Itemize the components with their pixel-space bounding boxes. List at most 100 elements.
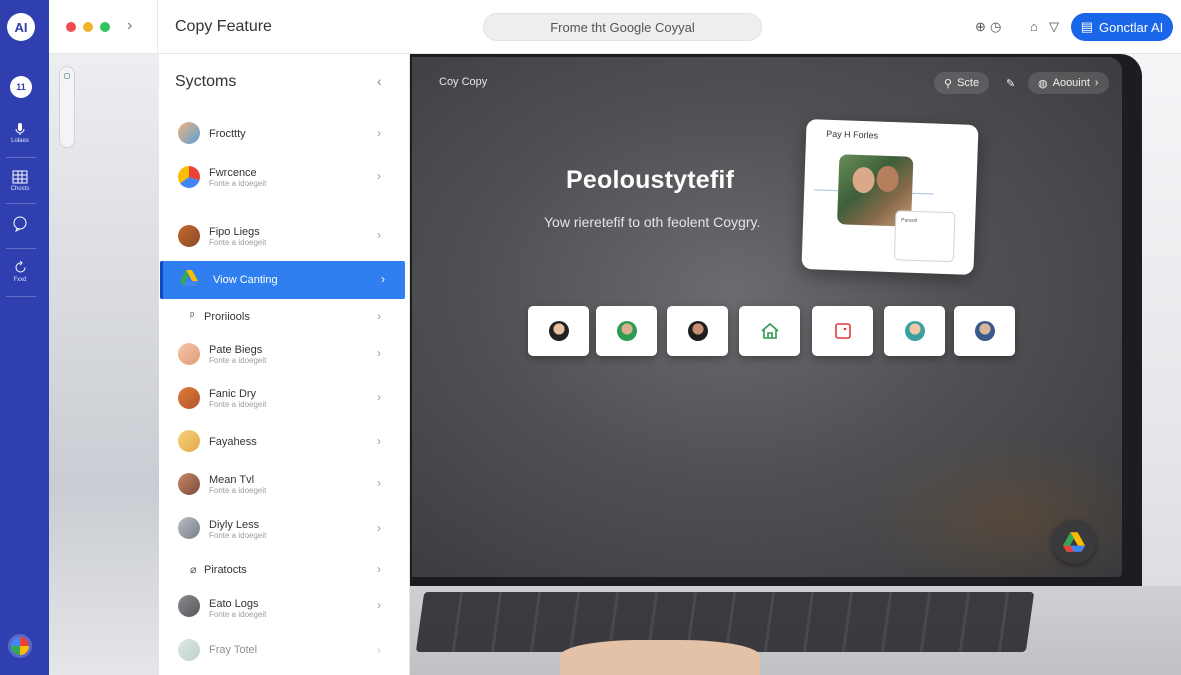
rail-item-bubble[interactable]	[0, 216, 40, 232]
sidebar-item[interactable]: Fayahess ›	[159, 422, 410, 460]
pin-icon: ⚲	[944, 77, 953, 90]
sidebar-item[interactable]: Diyly Less Fonte a idoegeit ›	[159, 510, 410, 548]
sidebar-item-subtitle: Fonte a idoegeit	[209, 400, 267, 409]
sidebar-item-title: Mean Tvl	[209, 474, 255, 486]
drive-fab-button[interactable]	[1052, 520, 1096, 564]
timer-icon[interactable]: ◷	[990, 19, 1001, 35]
photo-card[interactable]: Pay H Forles Paraolt	[801, 119, 979, 275]
avatar	[178, 517, 200, 539]
scte-pill[interactable]: ⚲ Scte	[934, 72, 990, 94]
top-header: › Copy Feature Frome tht Google Coyyal ⊕…	[49, 0, 1181, 54]
screen-subline: Yow rieretefif to oth feolent Coygry.	[544, 214, 761, 230]
avatar	[687, 321, 708, 341]
rail-item-label: Lolaes	[11, 138, 29, 144]
sidebar-item-subtitle: Fonte a idoegeit	[209, 531, 267, 540]
mini-card: Paraolt	[893, 210, 956, 263]
avatar	[178, 122, 200, 144]
account-pill[interactable]: ◍ Aoouint ›	[1028, 72, 1109, 94]
collapse-chevron-icon[interactable]: ‹	[377, 73, 382, 89]
search-bar[interactable]: Frome tht Google Coyyal	[483, 13, 762, 41]
avatar	[616, 321, 637, 341]
search-text: Frome tht Google Coyyal	[550, 19, 695, 35]
sidebar-item[interactable]: Frocttty ›	[159, 114, 410, 152]
globe-icon[interactable]: ⊕	[975, 19, 986, 35]
chevron-right-icon: ›	[377, 228, 381, 242]
mic-icon	[15, 123, 25, 135]
contact-tile[interactable]	[739, 306, 800, 356]
sidebar-item-title: Frocttty	[209, 128, 246, 140]
rail-item-label: Fxxd	[13, 277, 27, 283]
contact-tile[interactable]	[884, 306, 945, 356]
avatar	[178, 387, 200, 409]
home-icon[interactable]: ⌂	[1030, 19, 1038, 34]
chevron-right-icon: ›	[377, 434, 381, 448]
tag-icon: ⌀	[190, 564, 197, 576]
sidebar-item-title: Fray Totel	[209, 644, 258, 656]
grid-icon	[12, 170, 28, 184]
sidebar-item-subtitle: Fonte a idoegeit	[209, 610, 267, 619]
contact-tile[interactable]	[596, 306, 657, 356]
notification-badge[interactable]: 11	[10, 76, 32, 98]
rail-item-lolaes[interactable]: Lolaes	[0, 122, 40, 144]
refresh-icon	[15, 260, 25, 273]
chevron-right-icon: ›	[377, 521, 381, 535]
sidebar-item-title: Fwrcence	[209, 167, 257, 179]
minimize-window-button[interactable]	[83, 22, 93, 32]
avatar	[548, 321, 569, 341]
contact-tile[interactable]	[954, 306, 1015, 356]
edit-icon[interactable]: ✎	[1000, 72, 1021, 94]
avatar	[178, 343, 200, 365]
sidebar-item-subtitle: Fonte a idoegeit	[209, 179, 267, 188]
chevron-right-icon: ›	[377, 346, 381, 360]
contact-tile[interactable]	[528, 306, 589, 356]
rail-divider	[6, 157, 36, 158]
sidebar-item[interactable]: Fanic Dry Fonte a idoegeit ›	[159, 381, 410, 419]
mini-scrollbar[interactable]	[59, 66, 75, 148]
sidebar-item[interactable]: ⌀ Piratocts ›	[159, 554, 410, 592]
maximize-window-button[interactable]	[100, 22, 110, 32]
pill-label: Aoouint	[1052, 77, 1090, 89]
generate-ai-button[interactable]: ▤ Gonctlar AI	[1071, 13, 1173, 41]
chevron-right-icon: ›	[377, 562, 381, 576]
sidebar-item-subtitle: Fonte a idoegeit	[209, 356, 267, 365]
sidebar-item[interactable]: Fray Totel ›	[159, 632, 410, 670]
sidebar-item-title: Proriiools	[204, 311, 250, 323]
rail-item-fxxd[interactable]: Fxxd	[0, 260, 40, 283]
chevron-right-icon: ›	[377, 598, 381, 612]
sidebar-item-title: Fipo Liegs	[209, 226, 260, 238]
chevron-right-icon[interactable]: ›	[127, 17, 132, 35]
rail-item-chosts[interactable]: Chosts	[0, 170, 40, 192]
cta-label: Gonctlar AI	[1098, 19, 1164, 35]
sidebar-item[interactable]: Pate Biegs Fonte a idoegeit ›	[159, 337, 410, 375]
avatar	[178, 430, 200, 452]
chevron-right-icon: ›	[377, 476, 381, 490]
header-divider	[157, 0, 158, 54]
home-icon	[760, 322, 779, 339]
app-logo[interactable]: AI	[7, 13, 35, 41]
left-rail: AI 11 Lolaes Chosts Fxxd	[0, 0, 49, 675]
chevron-right-icon: ›	[377, 169, 381, 183]
mini-card-text: Paraolt	[901, 217, 918, 224]
chevron-right-icon: ›	[377, 643, 381, 657]
sidebar-item-title: Pate Biegs	[209, 344, 263, 356]
sidebar-item[interactable]: Eato Logs Fonte a idoegeit ›	[159, 589, 410, 627]
filter-icon[interactable]: ▽	[1049, 19, 1059, 35]
sidebar-item[interactable]: ᵖ Proriiools ›	[159, 300, 410, 338]
sidebar-item-active[interactable]: Viow Canting ›	[160, 261, 405, 299]
sidebar-item[interactable]: Mean Tvl Fonte a idoegeit ›	[159, 465, 410, 503]
sidebar-item[interactable]: Fwrcence Fonte a idoegeit ›	[159, 158, 410, 196]
sidebar-item[interactable]: Fipo Liegs Fonte a idoegeit ›	[159, 217, 410, 255]
rail-item-label: Chosts	[10, 186, 30, 192]
sidebar-item-title: Piratocts	[204, 564, 247, 576]
contact-tile[interactable]	[667, 306, 728, 356]
sidebar-item-subtitle: Fonte a idoegeit	[209, 238, 267, 247]
sidebar-item-title: Diyly Less	[209, 519, 260, 531]
close-window-button[interactable]	[66, 22, 76, 32]
pill-label: Scte	[957, 77, 980, 89]
avatar	[178, 595, 200, 617]
account-avatar[interactable]	[8, 634, 32, 658]
contact-tile[interactable]	[812, 306, 873, 356]
laptop-screen: Coy Copy ⚲ Scte ✎ ◍ Aoouint › Peoloustyt…	[412, 57, 1122, 577]
rail-divider	[6, 248, 36, 249]
chat-bubble-icon	[13, 216, 27, 232]
